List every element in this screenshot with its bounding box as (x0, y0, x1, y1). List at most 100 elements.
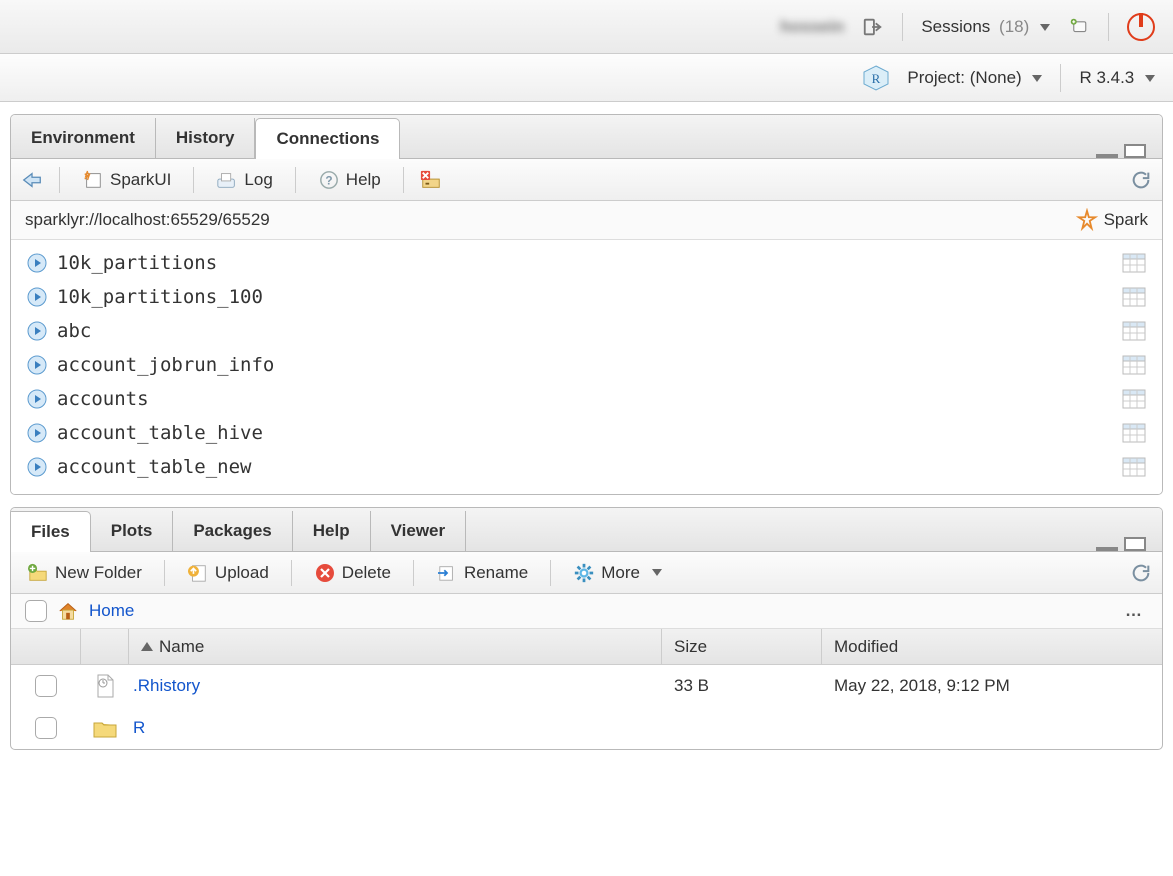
header-size[interactable]: Size (662, 629, 822, 664)
refresh-icon[interactable] (1130, 562, 1152, 584)
table-grid-icon[interactable] (1122, 355, 1146, 375)
file-name[interactable]: .Rhistory (129, 676, 662, 696)
tab-history[interactable]: History (156, 118, 256, 158)
file-name[interactable]: R (129, 718, 662, 738)
disconnect-icon[interactable] (420, 169, 442, 191)
power-icon[interactable] (1127, 13, 1155, 41)
expand-icon[interactable] (27, 389, 47, 409)
select-all-checkbox[interactable] (25, 600, 47, 622)
files-header: Name Size Modified (11, 629, 1162, 665)
project-label: Project: (907, 68, 965, 87)
table-grid-icon[interactable] (1122, 253, 1146, 273)
expand-icon[interactable] (27, 355, 47, 375)
tab-viewer[interactable]: Viewer (371, 511, 467, 551)
tab-files[interactable]: Files (11, 511, 91, 552)
svg-text:?: ? (325, 173, 332, 187)
row-checkbox[interactable] (35, 675, 57, 697)
table-name: account_table_hive (57, 422, 263, 444)
table-row[interactable]: account_table_hive (11, 416, 1162, 450)
breadcrumb-home[interactable]: Home (89, 601, 134, 621)
files-toolbar: New Folder Upload Delete (11, 552, 1162, 594)
table-grid-icon[interactable] (1122, 321, 1146, 341)
connections-toolbar: SparkUI Log ? Help (11, 159, 1162, 201)
separator (295, 167, 296, 193)
minimize-icon[interactable] (1096, 547, 1118, 551)
separator (1060, 64, 1061, 92)
files-tabrow: Files Plots Packages Help Viewer (11, 508, 1162, 552)
tab-plots[interactable]: Plots (91, 511, 174, 551)
delete-button[interactable]: Delete (308, 559, 397, 587)
log-icon (216, 169, 238, 191)
table-grid-icon[interactable] (1122, 389, 1146, 409)
row-checkbox[interactable] (35, 717, 57, 739)
maximize-icon[interactable] (1124, 537, 1146, 551)
chevron-down-icon (1040, 24, 1050, 31)
path-more-icon[interactable]: … (1125, 601, 1148, 621)
tab-help[interactable]: Help (293, 511, 371, 551)
table-row[interactable]: 10k_partitions (11, 246, 1162, 280)
sign-out-icon[interactable] (862, 16, 884, 38)
expand-icon[interactable] (27, 457, 47, 477)
sparkui-button[interactable]: SparkUI (76, 166, 177, 194)
help-icon: ? (318, 169, 340, 191)
file-row: .Rhistory 33 B May 22, 2018, 9:12 PM (11, 665, 1162, 707)
expand-icon[interactable] (27, 287, 47, 307)
log-button[interactable]: Log (210, 166, 278, 194)
table-row[interactable]: account_table_new (11, 450, 1162, 484)
top-toolbar: hossein Sessions (18) (0, 0, 1173, 54)
help-button[interactable]: ? Help (312, 166, 387, 194)
header-modified-label: Modified (834, 637, 898, 657)
table-row[interactable]: 10k_partitions_100 (11, 280, 1162, 314)
refresh-icon[interactable] (1130, 169, 1152, 191)
rename-button[interactable]: Rename (430, 559, 534, 587)
expand-icon[interactable] (27, 321, 47, 341)
separator (164, 560, 165, 586)
chevron-down-icon (652, 569, 662, 576)
table-grid-icon[interactable] (1122, 457, 1146, 477)
sessions-label: Sessions (921, 17, 990, 36)
chevron-down-icon (1032, 75, 1042, 82)
maximize-icon[interactable] (1124, 144, 1146, 158)
separator (291, 560, 292, 586)
table-grid-icon[interactable] (1122, 287, 1146, 307)
table-grid-icon[interactable] (1122, 423, 1146, 443)
sparkui-icon (82, 169, 104, 191)
new-session-icon[interactable] (1068, 16, 1090, 38)
file-icon (81, 673, 129, 699)
delete-label: Delete (342, 563, 391, 583)
header-name[interactable]: Name (129, 629, 662, 664)
table-row[interactable]: abc (11, 314, 1162, 348)
table-row[interactable]: accounts (11, 382, 1162, 416)
table-name: abc (57, 320, 91, 342)
r-version-menu[interactable]: R 3.4.3 (1079, 68, 1155, 88)
table-name: account_table_new (57, 456, 251, 478)
separator (193, 167, 194, 193)
folder-icon (81, 717, 129, 739)
gear-icon (573, 562, 595, 584)
tab-environment[interactable]: Environment (11, 118, 156, 158)
expand-icon[interactable] (27, 423, 47, 443)
tab-packages[interactable]: Packages (173, 511, 292, 551)
new-folder-button[interactable]: New Folder (21, 559, 148, 587)
file-row: R (11, 707, 1162, 749)
table-row[interactable]: account_jobrun_info (11, 348, 1162, 382)
back-arrow-icon[interactable] (21, 169, 43, 191)
header-name-label: Name (159, 637, 204, 657)
project-menu[interactable]: Project: (None) (907, 68, 1042, 88)
tab-connections[interactable]: Connections (255, 118, 400, 159)
connection-url: sparklyr://localhost:65529/65529 (25, 210, 270, 230)
minimize-icon[interactable] (1096, 154, 1118, 158)
more-button[interactable]: More (567, 559, 668, 587)
sessions-menu[interactable]: Sessions (18) (921, 17, 1050, 37)
project-bar: R Project: (None) R 3.4.3 (0, 54, 1173, 102)
home-icon[interactable] (57, 600, 79, 622)
new-folder-label: New Folder (55, 563, 142, 583)
table-name: account_jobrun_info (57, 354, 274, 376)
separator (413, 560, 414, 586)
upload-button[interactable]: Upload (181, 559, 275, 587)
sessions-count: (18) (999, 17, 1029, 36)
separator (550, 560, 551, 586)
expand-icon[interactable] (27, 253, 47, 273)
header-modified[interactable]: Modified (822, 629, 1162, 664)
r-logo-icon: R (863, 65, 889, 91)
